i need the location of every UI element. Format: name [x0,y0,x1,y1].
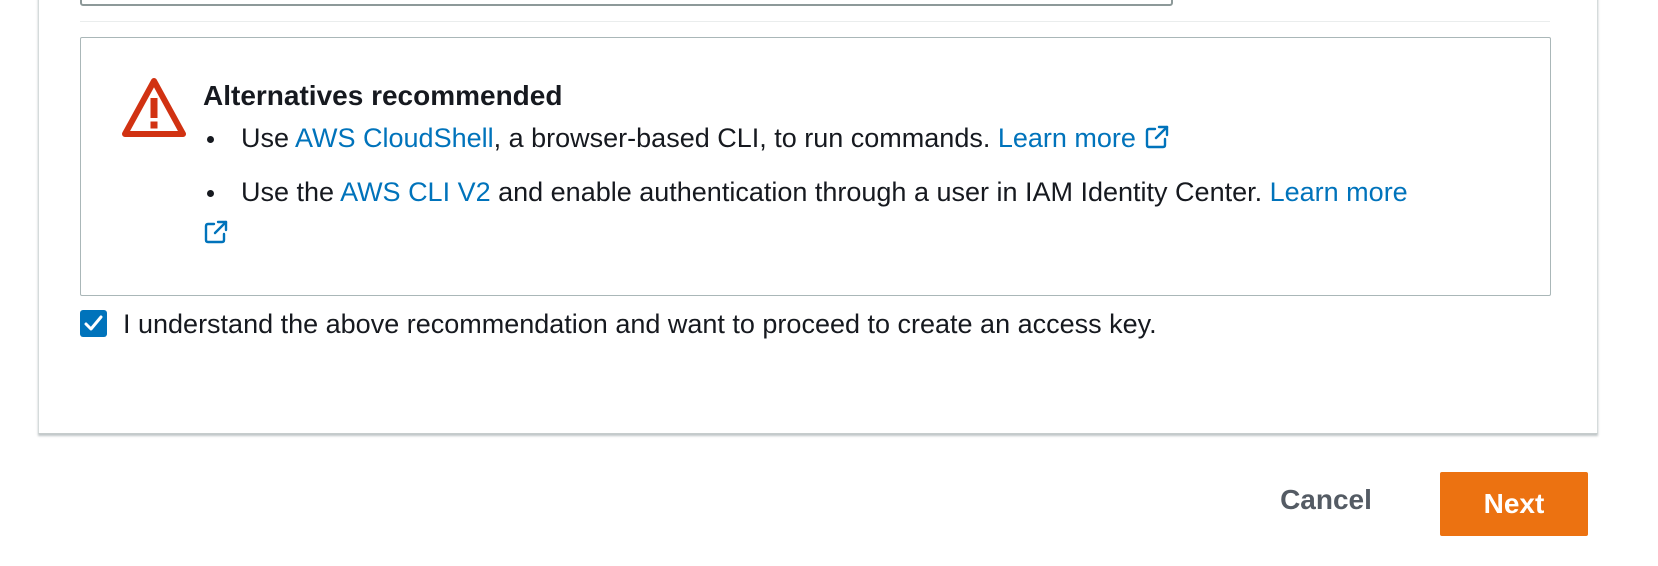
learn-more-cloudshell-link[interactable]: Learn more [998,123,1170,153]
list-item-text: Use the [241,177,341,207]
list-item-text: , a browser-based CLI, to run commands. [493,123,998,153]
alternatives-list: Use AWS CloudShell, a browser-based CLI,… [203,118,1533,267]
learn-more-label: Learn more [997,123,1136,153]
confirmation-label[interactable]: I understand the above recommendation an… [123,303,1183,345]
list-item-cloudshell: Use AWS CloudShell, a browser-based CLI,… [203,118,1533,159]
alternatives-alert: Alternatives recommended Use AWS CloudSh… [80,37,1551,296]
list-item-text: and enable authentication through a user… [490,177,1270,207]
learn-more-label: Learn more [1269,177,1408,207]
cancel-button[interactable]: Cancel [1268,472,1384,528]
section-divider [80,21,1550,22]
next-button[interactable]: Next [1440,472,1588,536]
alert-title: Alternatives recommended [203,80,563,111]
external-link-icon [204,220,228,244]
external-link-icon [1145,125,1169,149]
list-item-cli-v2: Use the AWS CLI V2 and enable authentica… [203,172,1533,254]
use-case-field[interactable] [80,0,1173,6]
aws-cloudshell-link[interactable]: AWS CloudShell [295,123,494,153]
aws-cli-v2-link[interactable]: AWS CLI V2 [340,177,491,207]
confirmation-checkbox[interactable] [80,310,107,337]
list-item-text: Use [241,123,296,153]
checkmark-icon [84,315,103,331]
learn-more-cli-link[interactable]: Learn more [204,177,1408,244]
warning-triangle-icon [122,78,186,137]
page: Alternatives recommended Use AWS CloudSh… [0,0,1658,566]
